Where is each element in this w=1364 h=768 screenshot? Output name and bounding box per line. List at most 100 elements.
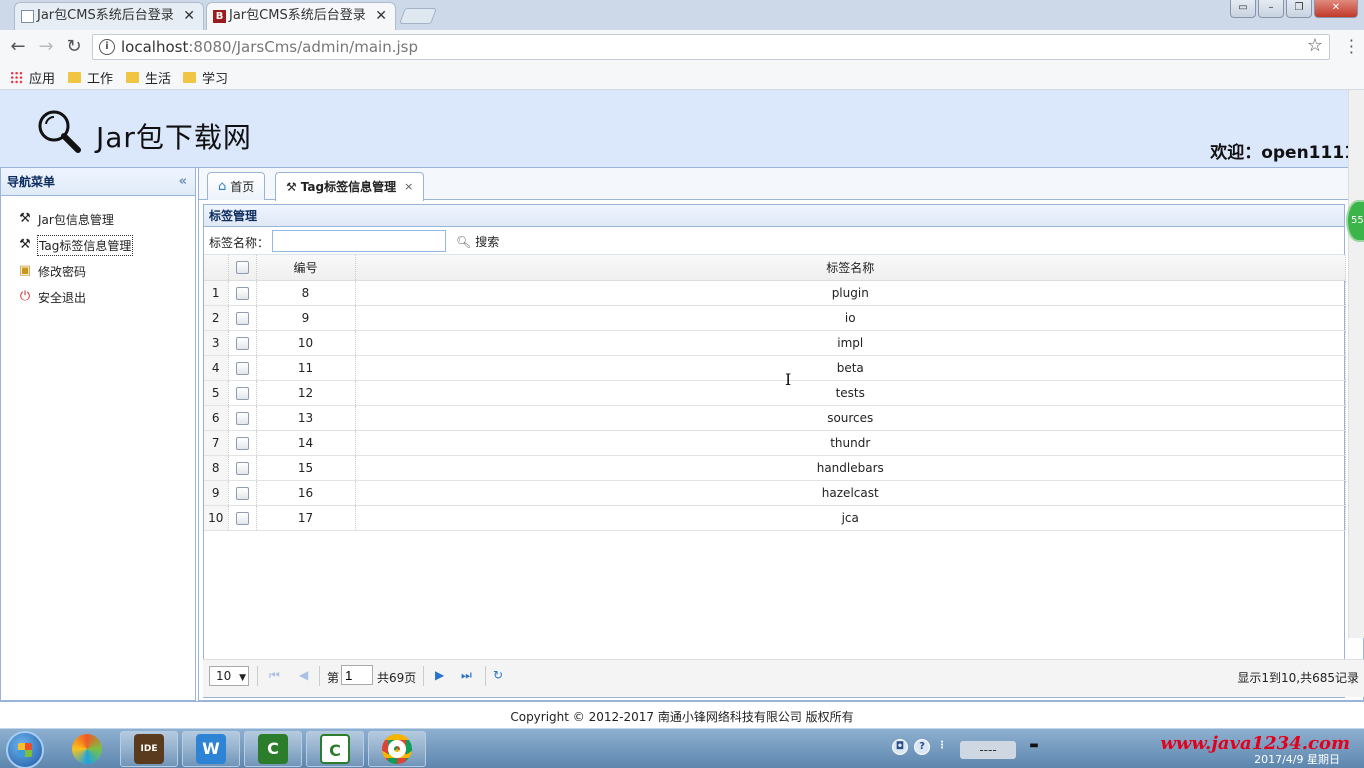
power-icon[interactable]: ▬ [1026,739,1042,755]
close-icon[interactable]: ✕ [375,3,387,29]
last-page-icon[interactable]: ⏭ [461,668,472,683]
tab-label: Tag标签信息管理 [300,180,397,194]
table-row[interactable]: 1 8 plugin [204,280,1346,306]
sidebar-item-logout[interactable]: ⏻ 安全退出 [17,284,195,310]
screenshot-icon[interactable]: ◘ [892,739,908,755]
table-row[interactable]: 9 16 hazelcast [204,480,1346,506]
search-button[interactable]: 🔍︎ 搜索 [456,233,499,250]
floating-badge[interactable]: 55 [1346,200,1364,242]
table-row[interactable]: 8 15 handlebars [204,455,1346,481]
next-page-icon[interactable]: ▶ [435,668,444,682]
tab-home[interactable]: ⌂ 首页 [207,172,266,200]
folder-icon [68,72,81,83]
row-checkbox[interactable] [228,330,257,356]
help-icon[interactable]: ? [914,739,930,755]
table-row[interactable]: 6 13 sources [204,405,1346,431]
refresh-icon[interactable]: ↻ [493,668,503,682]
taskbar-app-camtasia-2[interactable]: C [306,731,364,767]
taskbar-app-chrome[interactable] [368,731,426,767]
row-number: 10 [204,505,229,531]
column-header-id[interactable]: 编号 [256,255,356,281]
info-icon[interactable]: i [99,39,115,55]
taskbar-app-camtasia[interactable]: C [244,731,302,767]
tag-id-cell: 17 [256,505,356,531]
tag-panel: 标签管理 标签名称： 🔍︎ 搜索 编号 标签名称 1 8 plugin 2 9 … [203,204,1346,698]
back-icon[interactable]: ← [6,35,30,59]
table-row[interactable]: 4 11 beta [204,355,1346,381]
record-summary: 显示1到10,共685记录 [1237,671,1359,685]
separator [257,666,258,686]
bookmark-apps[interactable]: 应用 [10,68,55,87]
reload-icon[interactable]: ↻ [62,35,86,59]
restore-button[interactable]: ❐ [1286,0,1312,18]
row-number: 1 [204,280,229,306]
word-icon: W [196,734,226,764]
page-scrollbar[interactable]: 55 [1346,90,1364,638]
taskbar-app-javaee[interactable]: IDE [120,731,178,767]
table-row[interactable]: 2 9 io [204,305,1346,331]
row-checkbox[interactable] [228,405,257,431]
row-number: 3 [204,330,229,356]
column-header-name[interactable]: 标签名称 [355,255,1346,281]
tag-name-cell: jca [355,505,1346,531]
search-label: 标签名称： [209,236,270,250]
table-row[interactable]: 5 12 tests [204,380,1346,406]
welcome-label: 欢迎： [1210,143,1262,163]
row-checkbox[interactable] [228,380,257,406]
new-tab-button[interactable] [399,8,437,24]
input-language[interactable]: ---- [960,741,1016,759]
row-number: 4 [204,355,229,381]
menu-icon[interactable]: · · · [1349,33,1354,61]
browser-tab-1[interactable]: Jar包CMS系统后台登录 ✕ [14,2,204,30]
row-checkbox[interactable] [228,430,257,456]
page-favicon: B [213,10,226,23]
user-icon[interactable]: ▭ [1230,0,1256,18]
browser-tab-2[interactable]: B Jar包CMS系统后台登录 ✕ [206,2,396,30]
row-checkbox[interactable] [228,480,257,506]
forward-icon[interactable]: → [34,35,58,59]
table-header-row: 编号 标签名称 [204,255,1346,281]
sidebar-item-password[interactable]: ▣ 修改密码 [17,258,195,284]
row-checkbox[interactable] [228,305,257,331]
row-checkbox[interactable] [228,280,257,306]
content-tabs: ⌂ 首页 ⚒ Tag标签信息管理 × [199,168,1363,201]
current-page-input[interactable] [341,665,373,685]
bookmark-work[interactable]: 工作 [68,68,113,87]
taskbar-app-word[interactable]: W [182,731,240,767]
browser-tabstrip: Jar包CMS系统后台登录 ✕ B Jar包CMS系统后台登录 ✕ ▭ – ❐ … [0,0,1364,30]
table-row[interactable]: 7 14 thundr [204,430,1346,456]
sidebar-item-jar[interactable]: ⚒ Jar包信息管理 [17,206,195,232]
tools-icon: ⚒ [19,211,31,226]
site-title: Jar包下载网 [96,121,252,154]
url-path: :8080/JarsCms/admin/main.jsp [188,38,418,56]
url-field[interactable]: i localhost:8080/JarsCms/admin/main.jsp … [92,34,1330,60]
row-checkbox[interactable] [228,455,257,481]
collapse-icon[interactable]: « [179,168,187,196]
taskbar-app-paint[interactable] [58,731,116,767]
row-checkbox[interactable] [228,355,257,381]
bookmark-study[interactable]: 学习 [183,68,228,87]
tab-tag-management[interactable]: ⚒ Tag标签信息管理 × [275,172,425,201]
prev-page-icon[interactable]: ◀ [299,668,308,682]
table-row[interactable]: 10 17 jca [204,505,1346,531]
close-icon[interactable]: ✕ [183,3,195,29]
table-row[interactable]: 3 10 impl [204,330,1346,356]
start-button[interactable] [6,731,44,768]
row-checkbox[interactable] [228,505,257,531]
copyright-footer: Copyright © 2012-2017 南通小锋网络科技有限公司 版权所有 [0,701,1364,728]
select-all-checkbox[interactable] [228,255,257,281]
home-icon: ⌂ [218,178,227,194]
star-icon[interactable]: ☆ [1307,35,1323,56]
bookmark-life[interactable]: 生活 [126,68,171,87]
sidebar-item-label: 安全退出 [38,290,87,305]
page-size-select[interactable]: 10 ▼ [209,666,249,686]
sidebar-header: 导航菜单 « [1,168,195,196]
tag-name-search-input[interactable] [272,230,446,252]
tag-name-cell: io [355,305,1346,331]
close-window-button[interactable]: ✕ [1314,0,1358,18]
sidebar-item-tag[interactable]: ⚒ Tag标签信息管理 [17,232,195,258]
first-page-icon[interactable]: ⏮ [269,668,280,683]
minimize-button[interactable]: – [1258,0,1284,18]
close-icon[interactable]: × [404,174,413,200]
tray-arrow-icon[interactable]: ⋮ [934,739,950,755]
